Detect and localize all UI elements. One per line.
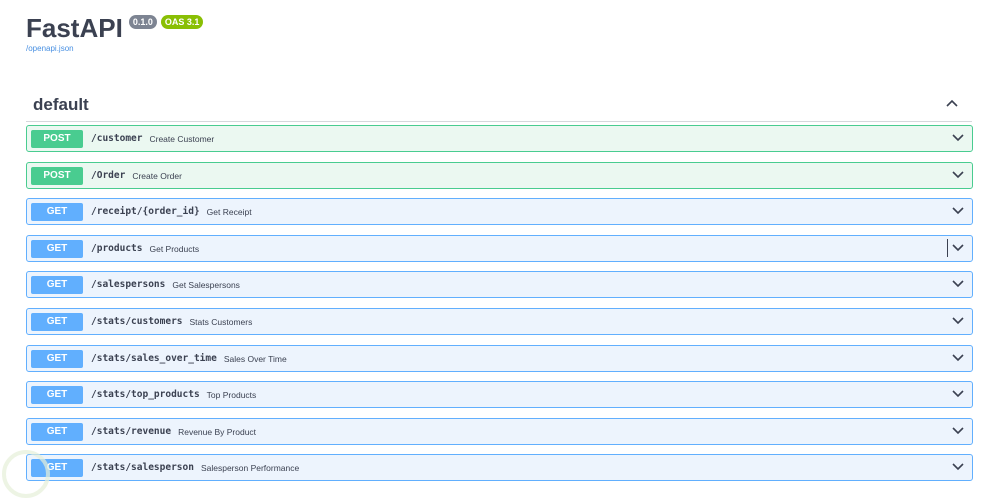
operation-row[interactable]: GET /stats/revenue Revenue By Product — [26, 418, 973, 445]
operation-row[interactable]: GET /stats/top_products Top Products — [26, 381, 973, 408]
chevron-down-icon[interactable] — [950, 385, 966, 403]
chevron-down-icon[interactable] — [950, 166, 966, 184]
method-badge: POST — [31, 129, 83, 148]
method-badge: GET — [31, 202, 83, 221]
operation-path: /stats/customers — [91, 316, 183, 327]
operation-summary: Sales Over Time — [223, 353, 287, 364]
operation-row[interactable]: GET /salespersons Get Salespersons — [26, 271, 973, 298]
chevron-down-icon[interactable] — [950, 239, 966, 257]
method-badge: GET — [31, 312, 83, 331]
method-badge: GET — [31, 275, 83, 294]
chevron-up-icon[interactable] — [946, 94, 958, 110]
chevron-down-icon[interactable] — [950, 349, 966, 367]
section-default-header[interactable]: default — [26, 92, 972, 122]
operation-path: /customer — [91, 133, 143, 144]
api-title-block: FastAPI 0.1.0 OAS 3.1 — [26, 12, 204, 44]
operation-path: /stats/sales_over_time — [91, 353, 217, 364]
watermark-logo — [2, 450, 50, 498]
divider — [947, 239, 948, 257]
operation-summary: Stats Customers — [189, 316, 253, 327]
oas-badge: OAS 3.1 — [160, 15, 204, 29]
operation-summary: Salesperson Performance — [200, 462, 300, 473]
method-badge: GET — [31, 349, 83, 368]
operation-row[interactable]: GET /stats/customers Stats Customers — [26, 308, 973, 335]
operation-path: /Order — [91, 170, 126, 181]
operation-path: /stats/revenue — [91, 426, 172, 437]
operation-path: /receipt/{order_id} — [91, 206, 200, 217]
method-badge: GET — [31, 422, 83, 441]
openapi-json-link[interactable]: /openapi.json — [26, 44, 74, 53]
version-badge: 0.1.0 — [128, 15, 157, 29]
method-badge: GET — [31, 239, 83, 258]
operation-summary: Get Salespersons — [172, 279, 240, 290]
operation-summary: Revenue By Product — [178, 426, 257, 437]
chevron-down-icon[interactable] — [950, 202, 966, 220]
section-title: default — [33, 95, 89, 114]
operation-row[interactable]: POST /Order Create Order — [26, 162, 973, 189]
operation-summary: Create Order — [132, 170, 182, 181]
operation-row[interactable]: POST /customer Create Customer — [26, 125, 973, 152]
chevron-down-icon[interactable] — [950, 275, 966, 293]
chevron-down-icon[interactable] — [950, 129, 966, 147]
operation-row[interactable]: GET /receipt/{order_id} Get Receipt — [26, 198, 973, 225]
operation-summary: Get Receipt — [206, 206, 252, 217]
operation-path: /stats/salesperson — [91, 462, 194, 473]
operation-row[interactable]: GET /products Get Products — [26, 235, 973, 262]
chevron-down-icon[interactable] — [950, 458, 966, 476]
chevron-down-icon[interactable] — [950, 312, 966, 330]
chevron-down-icon[interactable] — [950, 422, 966, 440]
operation-path: /stats/top_products — [91, 389, 200, 400]
operation-path: /salespersons — [91, 279, 166, 290]
operation-path: /products — [91, 243, 143, 254]
page-title: FastAPI — [26, 13, 123, 43]
method-badge: GET — [31, 385, 83, 404]
operation-row[interactable]: GET /stats/sales_over_time Sales Over Ti… — [26, 345, 973, 372]
operation-summary: Get Products — [149, 243, 200, 254]
operation-summary: Create Customer — [149, 133, 215, 144]
operation-summary: Top Products — [206, 389, 257, 400]
method-badge: POST — [31, 166, 83, 185]
operation-row[interactable]: GET /stats/salesperson Salesperson Perfo… — [26, 454, 973, 481]
